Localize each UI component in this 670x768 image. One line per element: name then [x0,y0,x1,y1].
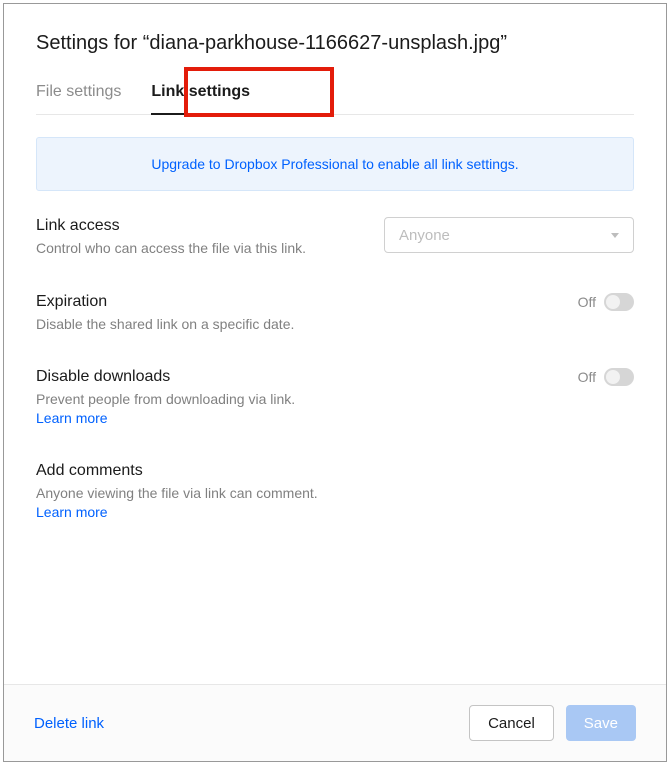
save-button[interactable]: Save [566,705,636,741]
expiration-label: Expiration [36,293,294,311]
downloads-toggle-label: Off [578,369,596,385]
expiration-row: Expiration Disable the shared link on a … [36,293,634,335]
link-access-selected: Anyone [399,227,450,244]
settings-modal: Settings for “diana-parkhouse-1166627-un… [3,3,667,762]
downloads-desc: Prevent people from downloading via link… [36,390,295,410]
upgrade-banner[interactable]: Upgrade to Dropbox Professional to enabl… [36,137,634,191]
downloads-label: Disable downloads [36,368,295,386]
comments-desc-text: Anyone viewing the file via link can com… [36,485,318,501]
modal-footer: Delete link Cancel Save [4,684,666,761]
downloads-learn-link[interactable]: Learn more [36,410,108,426]
expiration-toggle[interactable] [604,293,634,311]
delete-link[interactable]: Delete link [34,715,104,732]
expiration-toggle-label: Off [578,294,596,310]
comments-desc: Anyone viewing the file via link can com… [36,484,356,523]
toggle-knob-icon [606,370,620,384]
cancel-button[interactable]: Cancel [469,705,554,741]
expiration-text: Expiration Disable the shared link on a … [36,293,294,335]
chevron-down-icon [611,233,619,238]
downloads-toggle[interactable] [604,368,634,386]
expiration-desc: Disable the shared link on a specific da… [36,315,294,335]
comments-row: Add comments Anyone viewing the file via… [36,462,634,523]
toggle-knob-icon [606,295,620,309]
comments-learn-link[interactable]: Learn more [36,504,108,520]
tab-file-settings[interactable]: File settings [36,83,121,114]
modal-content: Settings for “diana-parkhouse-1166627-un… [4,4,666,684]
downloads-toggle-wrap: Off [578,368,634,386]
comments-label: Add comments [36,462,356,480]
link-access-select[interactable]: Anyone [384,217,634,253]
tabs: File settings Link settings [36,83,634,115]
downloads-text: Disable downloads Prevent people from do… [36,368,295,428]
tab-link-settings[interactable]: Link settings [151,83,250,115]
link-access-row: Link access Control who can access the f… [36,217,634,259]
link-access-text: Link access Control who can access the f… [36,217,306,259]
link-access-label: Link access [36,217,306,235]
link-access-desc: Control who can access the file via this… [36,239,306,259]
expiration-toggle-wrap: Off [578,293,634,311]
downloads-row: Disable downloads Prevent people from do… [36,368,634,428]
modal-title: Settings for “diana-parkhouse-1166627-un… [36,32,634,55]
comments-text: Add comments Anyone viewing the file via… [36,462,356,523]
footer-buttons: Cancel Save [469,705,636,741]
settings-section: Link access Control who can access the f… [36,217,634,557]
